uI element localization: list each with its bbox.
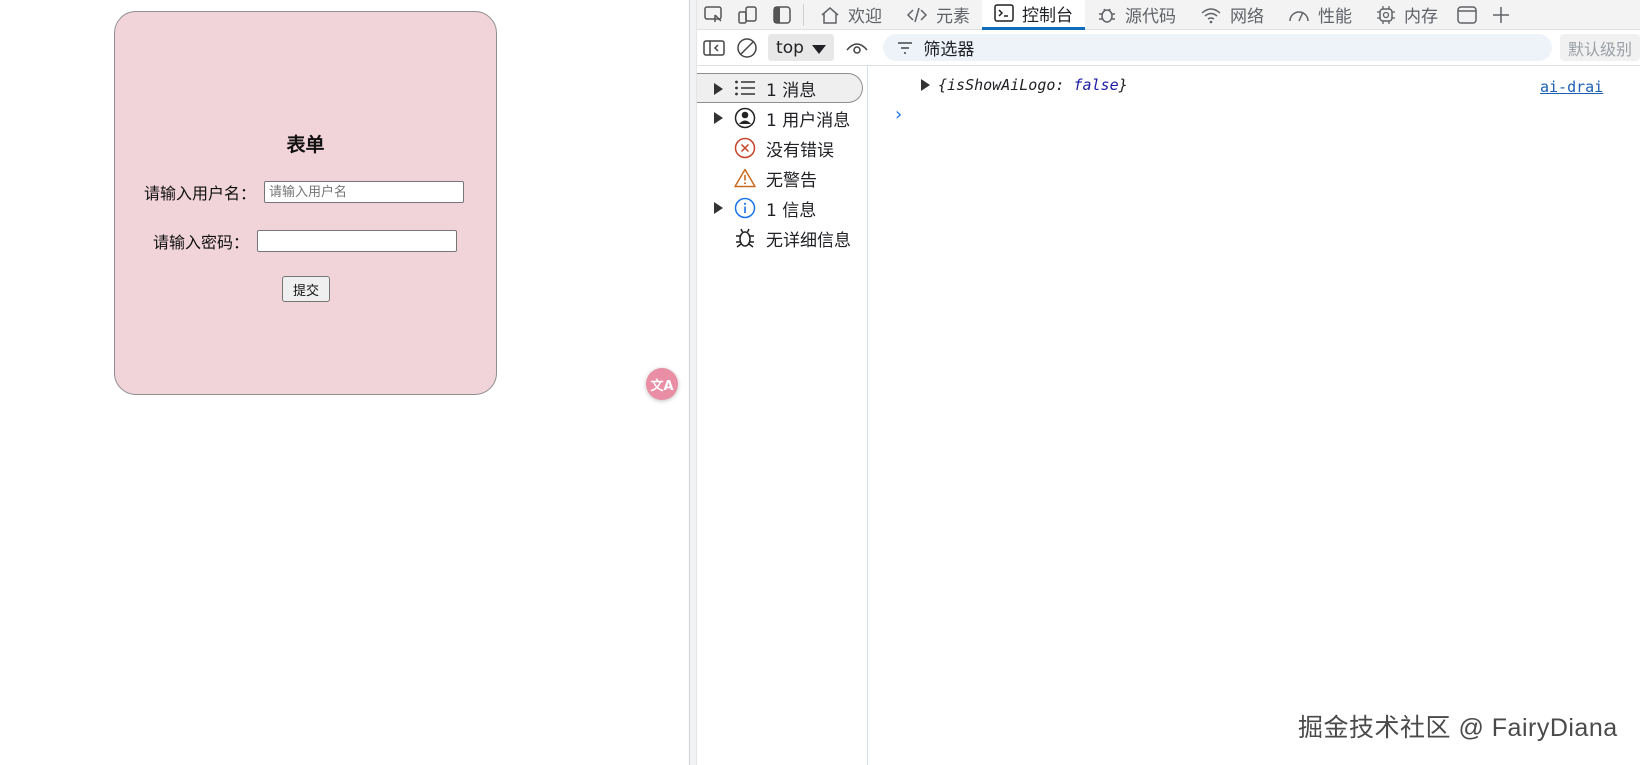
sidebar-item-info[interactable]: 1 信息 bbox=[697, 193, 867, 223]
log-object-preview[interactable]: {isShowAiLogo: false} bbox=[938, 76, 1128, 94]
tab-console-label: 控制台 bbox=[1022, 5, 1073, 26]
tab-welcome[interactable]: 欢迎 bbox=[808, 0, 894, 30]
tab-memory-label: 内存 bbox=[1404, 7, 1438, 27]
page-viewport: 表单 请输入用户名： 请输入密码： 提交 文A bbox=[0, 0, 678, 765]
chevron-down-icon bbox=[811, 44, 826, 54]
log-value: false bbox=[1073, 76, 1119, 94]
tab-elements-label: 元素 bbox=[936, 7, 970, 27]
expand-triangle-icon[interactable] bbox=[714, 202, 723, 214]
live-expression-eye-icon[interactable] bbox=[840, 33, 874, 63]
log-key: isShowAiLogo bbox=[947, 76, 1056, 94]
log-levels-label: 默认级别 bbox=[1567, 39, 1632, 59]
form-card: 表单 请输入用户名： 请输入密码： 提交 bbox=[114, 11, 497, 395]
bug-icon bbox=[1099, 8, 1115, 23]
username-row: 请输入用户名： bbox=[144, 180, 465, 204]
devtools-splitter[interactable] bbox=[689, 0, 697, 765]
tab-sources[interactable]: 源代码 bbox=[1085, 0, 1188, 30]
sidebar-item-label: 无详细信息 bbox=[766, 230, 851, 251]
tab-network[interactable]: 网络 bbox=[1188, 0, 1276, 30]
sidebar-item-label: 1 消息 bbox=[766, 80, 817, 101]
chip-icon bbox=[1377, 5, 1395, 24]
user-icon bbox=[733, 106, 757, 130]
dock-side-icon[interactable] bbox=[765, 0, 799, 30]
console-sidebar: 1 消息 1 用户消息 没有错误 无警告 1 信息 无详细信息 bbox=[697, 66, 868, 765]
console-message-row[interactable]: {isShowAiLogo: false} ai-drai bbox=[868, 72, 1640, 98]
sidebar-item-errors[interactable]: 没有错误 bbox=[697, 133, 867, 163]
tab-network-label: 网络 bbox=[1230, 7, 1264, 27]
watermark: 掘金技术社区 @ FairyDiana bbox=[1298, 714, 1618, 742]
log-brace-open: { bbox=[938, 76, 948, 94]
log-separator: : bbox=[1055, 76, 1074, 94]
sidebar-item-user-messages[interactable]: 1 用户消息 bbox=[697, 103, 867, 133]
submit-button[interactable]: 提交 bbox=[282, 276, 330, 302]
context-select-value: top bbox=[776, 37, 804, 58]
sidebar-item-label: 无警告 bbox=[766, 170, 817, 191]
log-brace-close: } bbox=[1118, 76, 1128, 94]
console-prompt-chevron-icon[interactable]: › bbox=[895, 104, 902, 125]
filter-input[interactable]: 筛选器 bbox=[883, 34, 1552, 61]
password-label: 请输入密码： bbox=[153, 233, 250, 252]
sidebar-item-messages[interactable]: 1 消息 bbox=[697, 73, 863, 103]
devtools-tabbar: 欢迎 元素 控制台 源代码 网络 性能 内存 bbox=[697, 0, 1640, 30]
tab-performance[interactable]: 性能 bbox=[1276, 0, 1364, 30]
console-icon bbox=[994, 4, 1014, 22]
devtools-panel: 欢迎 元素 控制台 源代码 网络 性能 内存 top 筛选器 默认级别 1 消息… bbox=[697, 0, 1640, 765]
translate-icon[interactable]: 文A bbox=[646, 368, 678, 400]
tab-sources-label: 源代码 bbox=[1125, 7, 1176, 27]
console-toolbar: top 筛选器 默认级别 bbox=[697, 30, 1640, 66]
username-input[interactable] bbox=[264, 181, 465, 203]
device-toolbar-icon[interactable] bbox=[731, 0, 765, 30]
sidebar-item-verbose[interactable]: 无详细信息 bbox=[697, 223, 867, 253]
password-row: 请输入密码： bbox=[153, 229, 458, 253]
log-levels-dropdown[interactable]: 默认级别 bbox=[1559, 34, 1640, 61]
sidebar-toggle-icon[interactable] bbox=[697, 33, 731, 63]
home-icon bbox=[821, 6, 839, 24]
tab-performance-label: 性能 bbox=[1318, 7, 1352, 27]
sidebar-item-warnings[interactable]: 无警告 bbox=[697, 163, 867, 193]
inspect-icon[interactable] bbox=[697, 0, 731, 30]
error-icon bbox=[733, 136, 757, 160]
filter-placeholder: 筛选器 bbox=[923, 40, 975, 60]
bug-icon bbox=[733, 226, 757, 250]
clear-console-icon[interactable] bbox=[731, 33, 765, 63]
sidebar-item-label: 1 用户消息 bbox=[766, 110, 851, 131]
expand-triangle-icon[interactable] bbox=[714, 112, 723, 124]
gauge-icon bbox=[1289, 10, 1309, 21]
expand-triangle-icon[interactable] bbox=[714, 83, 723, 95]
log-source-link[interactable]: ai-drai bbox=[1540, 78, 1603, 96]
username-label: 请输入用户名： bbox=[144, 184, 257, 203]
tab-separator bbox=[803, 3, 804, 26]
tab-elements[interactable]: 元素 bbox=[894, 0, 982, 30]
tab-welcome-label: 欢迎 bbox=[848, 7, 882, 27]
form-title: 表单 bbox=[286, 134, 325, 156]
wifi-icon bbox=[1201, 7, 1221, 23]
context-select[interactable]: top bbox=[768, 34, 834, 61]
tab-memory[interactable]: 内存 bbox=[1364, 0, 1450, 30]
tab-console[interactable]: 控制台 bbox=[982, 0, 1085, 30]
console-log: {isShowAiLogo: false} ai-drai › bbox=[868, 66, 1640, 765]
application-panel-icon[interactable] bbox=[1450, 0, 1484, 30]
filter-icon bbox=[898, 41, 913, 54]
code-icon bbox=[906, 7, 928, 22]
list-icon bbox=[733, 76, 757, 100]
warning-icon bbox=[733, 166, 757, 190]
info-icon bbox=[733, 196, 757, 220]
sidebar-item-label: 没有错误 bbox=[766, 140, 834, 161]
password-input[interactable] bbox=[257, 230, 458, 252]
add-tab-icon[interactable] bbox=[1484, 0, 1518, 30]
expand-triangle-icon[interactable] bbox=[921, 79, 930, 91]
sidebar-item-label: 1 信息 bbox=[766, 200, 817, 221]
